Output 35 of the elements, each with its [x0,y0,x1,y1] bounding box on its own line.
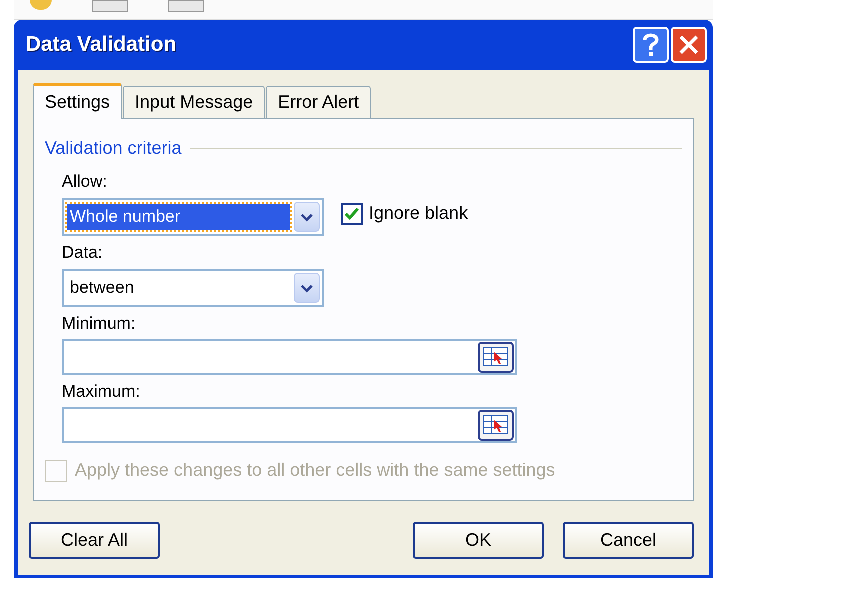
dialog-button[interactable]: OK [413,522,544,559]
dropdown-button[interactable] [294,273,320,303]
tab[interactable]: Input Message [123,86,266,118]
dropdown-button[interactable] [294,202,320,232]
input-field[interactable] [62,339,517,375]
help-button[interactable] [633,27,669,63]
checkbox-label: Apply these changes to all other cells with the same settings [75,459,556,482]
dropdown-field[interactable]: Whole number [62,198,324,236]
tab[interactable]: Settings [33,83,122,119]
chevron-down-icon [301,284,313,292]
input-field[interactable] [62,407,517,443]
dialog-button[interactable]: Clear All [29,522,160,559]
dropdown-value: Whole number [67,204,290,230]
group-heading: Validation criteria [45,137,182,160]
checkbox-label: Ignore blank [369,202,468,225]
range-select-icon [483,347,509,367]
dialog-button[interactable]: Cancel [563,522,694,559]
range-select-button[interactable] [478,342,514,372]
field-label: Data: [62,242,104,264]
help-icon [643,33,659,57]
checkbox[interactable] [341,202,363,224]
dropdown-field[interactable]: between [62,269,324,307]
window-title: Data Validation [26,32,178,58]
range-select-icon [483,415,509,435]
checkmark-icon [345,208,359,220]
close-icon [679,35,699,55]
dropdown-value: between [69,277,136,299]
field-label: Allow: [62,171,108,193]
tab[interactable]: Error Alert [266,86,372,118]
range-select-button[interactable] [478,410,514,440]
field-label: Minimum: [62,313,137,335]
chevron-down-icon [301,212,313,222]
close-button[interactable] [671,27,707,63]
toolbar-icon [30,0,52,10]
field-label: Maximum: [62,381,142,403]
